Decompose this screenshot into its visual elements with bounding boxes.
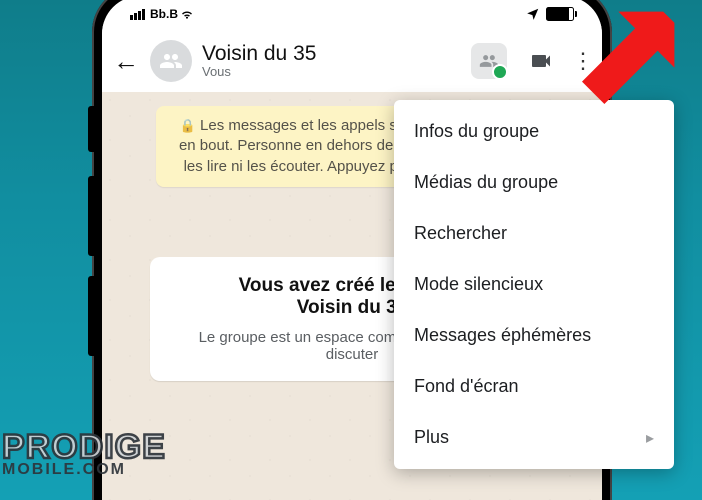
active-dot-icon — [492, 64, 508, 80]
community-button[interactable] — [468, 40, 510, 82]
menu-item-search[interactable]: Rechercher — [394, 208, 674, 259]
menu-label: Médias du groupe — [414, 172, 558, 193]
signal-icon — [130, 9, 145, 20]
status-bar: Bb.B — [102, 0, 602, 32]
menu-item-wallpaper[interactable]: Fond d'écran — [394, 361, 674, 412]
chevron-right-icon: ▸ — [646, 428, 654, 448]
menu-item-group-media[interactable]: Médias du groupe — [394, 157, 674, 208]
group-subtitle: Vous — [202, 65, 458, 79]
group-name: Voisin du 35 — [202, 42, 458, 65]
phone-side-button — [88, 106, 94, 152]
options-menu: Infos du groupe Médias du groupe Recherc… — [394, 100, 674, 469]
menu-item-more[interactable]: Plus ▸ — [394, 412, 674, 463]
menu-label: Plus — [414, 427, 449, 448]
location-icon — [526, 7, 540, 21]
chat-header: ← Voisin du 35 Vous ⋮ — [102, 32, 602, 92]
menu-label: Messages éphémères — [414, 325, 591, 346]
annotation-arrow — [540, 6, 680, 151]
menu-label: Fond d'écran — [414, 376, 519, 397]
header-title-box[interactable]: Voisin du 35 Vous — [202, 42, 458, 79]
carrier-label: Bb.B — [150, 7, 178, 21]
watermark: PRODIGE MOBILE.COM — [2, 430, 166, 478]
page-background: Bb.B ← Voisin du 35 Vous — [0, 0, 702, 500]
watermark-line1: PRODIGE — [2, 430, 166, 464]
wifi-icon — [180, 7, 194, 21]
menu-label: Infos du groupe — [414, 121, 539, 142]
menu-label: Rechercher — [414, 223, 507, 244]
phone-volume-up — [88, 176, 94, 256]
lock-icon: 🔒 — [180, 118, 196, 133]
menu-item-mute[interactable]: Mode silencieux — [394, 259, 674, 310]
menu-label: Mode silencieux — [414, 274, 543, 295]
back-button[interactable]: ← — [112, 46, 140, 77]
group-avatar[interactable] — [150, 40, 192, 82]
menu-item-disappearing[interactable]: Messages éphémères — [394, 310, 674, 361]
phone-volume-down — [88, 276, 94, 356]
